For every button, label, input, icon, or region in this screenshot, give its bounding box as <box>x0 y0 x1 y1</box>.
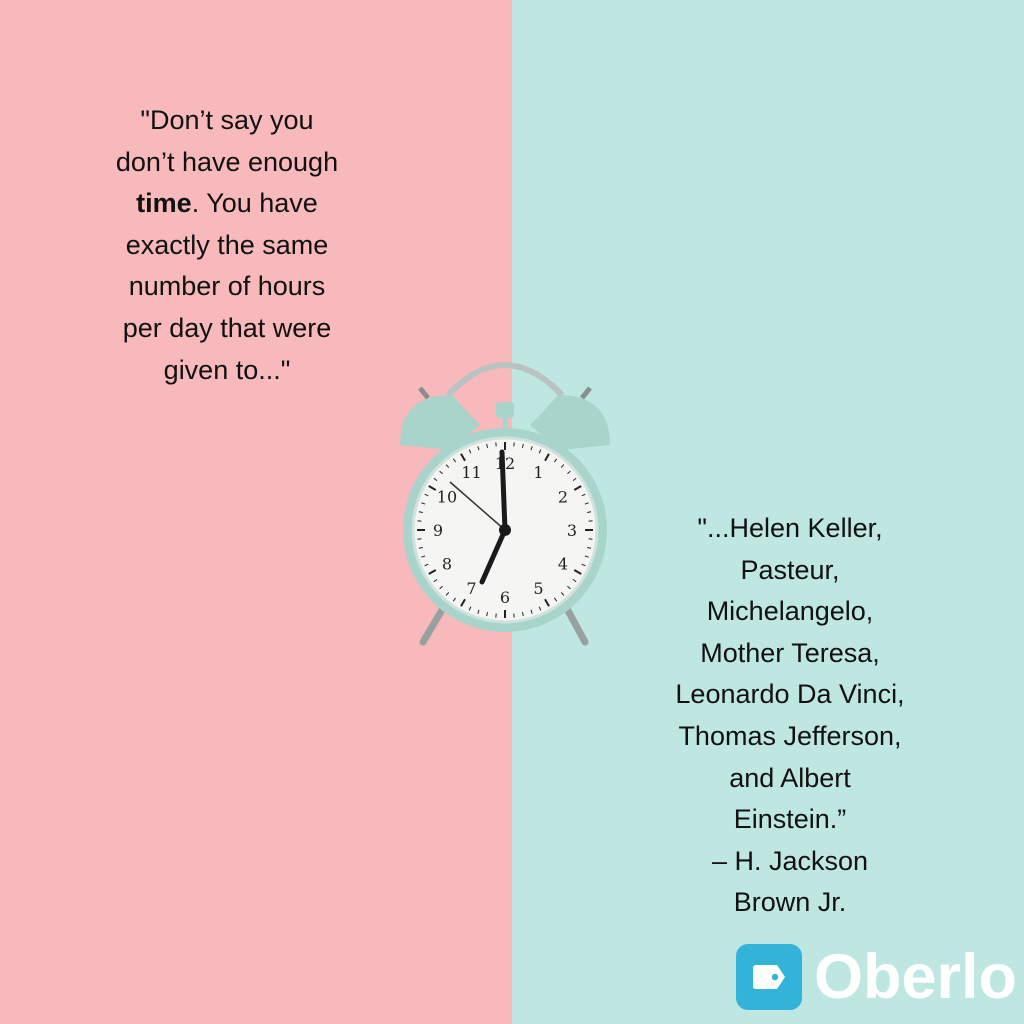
right-leg <box>561 601 589 646</box>
clock-number: 2 <box>558 488 568 507</box>
clock-number: 7 <box>466 579 476 598</box>
clock-number: 5 <box>533 579 543 598</box>
clock-number: 8 <box>442 555 452 574</box>
clock-handle <box>445 362 565 398</box>
quote-left: "Don’t say you don’t have enough time. Y… <box>92 100 362 391</box>
clock-number: 9 <box>433 521 443 540</box>
quote-left-bold-word: time <box>136 188 192 219</box>
clock-number: 4 <box>558 555 568 574</box>
quote-left-part1: "Don’t say you don’t have enough <box>115 105 339 177</box>
clock-number: 10 <box>437 488 457 507</box>
clock-number: 6 <box>500 588 510 607</box>
logo-text: Oberlo <box>814 941 1018 1012</box>
quote-right: "...Helen Keller, Pasteur, Michelangelo,… <box>675 513 905 918</box>
clock-number: 3 <box>567 521 577 540</box>
minute-hand <box>499 449 508 533</box>
left-leg <box>419 601 449 646</box>
alarm-clock-icon: 12 1234567891011 <box>400 362 610 646</box>
clock-number: 1 <box>533 463 543 482</box>
clock-number: 11 <box>461 463 481 482</box>
oberlo-logo: Oberlo <box>736 944 1017 1010</box>
tag-icon <box>736 944 802 1010</box>
